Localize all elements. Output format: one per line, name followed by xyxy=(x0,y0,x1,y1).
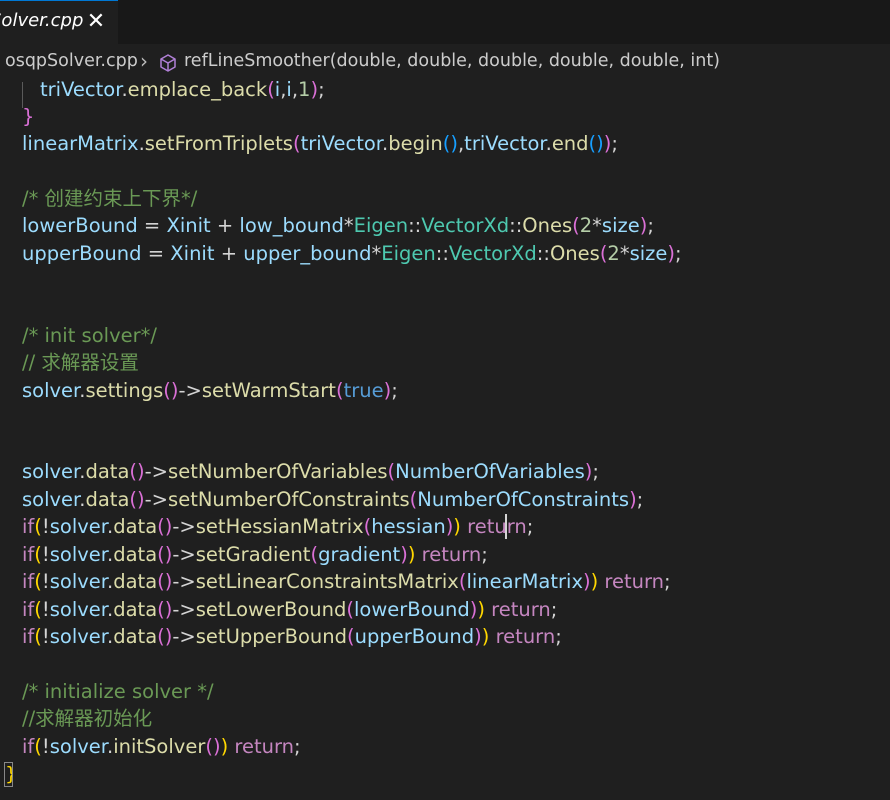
matching-brace[interactable]: } xyxy=(4,762,13,787)
breadcrumb-symbol[interactable]: refLineSmoother(double, double, double, … xyxy=(184,51,720,71)
code-line[interactable]: lowerBound = Xinit + low_bound*Eigen::Ve… xyxy=(22,212,654,239)
chevron-right-icon: › xyxy=(140,49,148,73)
code-comment[interactable]: /* 创建约束上下界*/ xyxy=(22,185,197,212)
code-line[interactable]: triVector.emplace_back(i,i,1); xyxy=(40,76,325,103)
breadcrumb-file[interactable]: osqpSolver.cpp xyxy=(5,51,138,71)
code-comment[interactable]: //求解器初始化 xyxy=(22,705,152,732)
code-line[interactable]: if(!solver.initSolver()) return; xyxy=(22,733,301,760)
code-comment[interactable]: /* init solver*/ xyxy=(22,322,157,349)
code-line[interactable]: if(!solver.data()->setLinearConstraintsM… xyxy=(22,568,671,595)
code-line[interactable]: if(!solver.data()->setLowerBound(lowerBo… xyxy=(22,596,557,623)
breadcrumb: osqpSolver.cpp › refLineSmoother(double,… xyxy=(0,48,890,78)
code-line[interactable]: if(!solver.data()->setGradient(gradient)… xyxy=(22,541,488,568)
code-line[interactable]: solver.data()->setNumberOfConstraints(Nu… xyxy=(22,486,643,513)
tab-solver-cpp[interactable]: Solver.cpp ✕ xyxy=(0,0,118,44)
code-comment[interactable]: // 求解器设置 xyxy=(22,349,139,376)
code-line[interactable]: upperBound = Xinit + upper_bound*Eigen::… xyxy=(22,240,682,267)
tab-title: Solver.cpp xyxy=(0,10,84,31)
code-line[interactable]: solver.settings()->setWarmStart(true); xyxy=(22,377,398,404)
code-line[interactable]: if(!solver.data()->setHessianMatrix(hess… xyxy=(22,513,533,540)
text-cursor xyxy=(505,514,507,539)
code-line[interactable]: if(!solver.data()->setUpperBound(upperBo… xyxy=(22,623,562,650)
close-icon[interactable]: ✕ xyxy=(86,9,106,35)
code-comment[interactable]: /* initialize solver */ xyxy=(22,678,214,705)
code-line[interactable]: solver.data()->setNumberOfVariables(Numb… xyxy=(22,458,599,485)
editor-tab-bar: Solver.cpp ✕ xyxy=(0,0,890,44)
method-cube-icon xyxy=(160,54,176,72)
code-line[interactable]: linearMatrix.setFromTriplets(triVector.b… xyxy=(22,130,618,157)
code-line[interactable]: } xyxy=(22,103,34,130)
